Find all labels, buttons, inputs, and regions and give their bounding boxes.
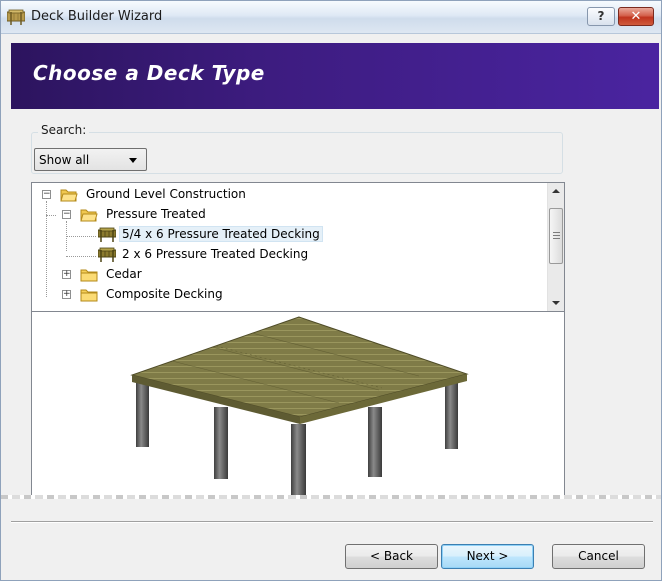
search-label: Search: xyxy=(38,123,90,137)
tree-scrollbar[interactable] xyxy=(547,183,564,311)
scroll-up-arrow-icon[interactable] xyxy=(548,183,564,200)
expand-icon[interactable]: + xyxy=(62,270,71,279)
folder-open-icon xyxy=(60,189,78,202)
deck-icon xyxy=(98,247,116,262)
tree-connector xyxy=(66,256,96,257)
expand-icon[interactable]: + xyxy=(62,290,71,299)
tree-item-label: Ground Level Construction xyxy=(86,187,246,201)
next-button[interactable]: Next > xyxy=(441,544,534,569)
search-filter-value: Show all xyxy=(39,153,90,167)
folder-icon xyxy=(80,289,98,302)
deck-3d-preview-image xyxy=(130,316,469,496)
help-button[interactable]: ? xyxy=(587,7,615,26)
collapse-icon[interactable]: − xyxy=(62,210,71,219)
folder-icon xyxy=(80,269,98,282)
torn-edge-divider xyxy=(1,495,661,499)
header-banner: Choose a Deck Type xyxy=(11,43,659,109)
scroll-down-arrow-icon[interactable] xyxy=(548,294,564,311)
window-title: Deck Builder Wizard xyxy=(31,9,163,24)
search-filter-select[interactable]: Show all xyxy=(34,148,147,171)
tree-connector xyxy=(66,236,96,237)
deck-icon xyxy=(98,227,116,242)
tree-item-label: Pressure Treated xyxy=(106,207,206,221)
footer-separator xyxy=(11,521,653,523)
back-button[interactable]: < Back xyxy=(345,544,438,569)
collapse-icon[interactable]: − xyxy=(42,190,51,199)
deck-app-icon xyxy=(7,9,25,25)
title-bar[interactable]: Deck Builder Wizard ? ✕ xyxy=(1,1,661,34)
page-title: Choose a Deck Type xyxy=(33,61,265,85)
chevron-down-icon xyxy=(129,158,137,163)
tree-connector xyxy=(46,215,56,216)
folder-open-icon xyxy=(80,209,98,222)
close-button[interactable]: ✕ xyxy=(618,7,654,26)
cancel-button[interactable]: Cancel xyxy=(552,544,645,569)
wizard-window: Deck Builder Wizard ? ✕ Choose a Deck Ty… xyxy=(0,0,662,581)
tree-item-label: Composite Decking xyxy=(106,287,223,301)
deck-preview-pane xyxy=(31,312,565,496)
deck-type-tree[interactable]: − Ground Level Construction − Pressure T… xyxy=(31,182,565,312)
tree-item-label: 5/4 x 6 Pressure Treated Decking xyxy=(119,226,323,242)
scroll-thumb[interactable] xyxy=(549,208,563,264)
tree-item-label: Cedar xyxy=(106,267,142,281)
tree-item-label: 2 x 6 Pressure Treated Decking xyxy=(122,247,309,261)
